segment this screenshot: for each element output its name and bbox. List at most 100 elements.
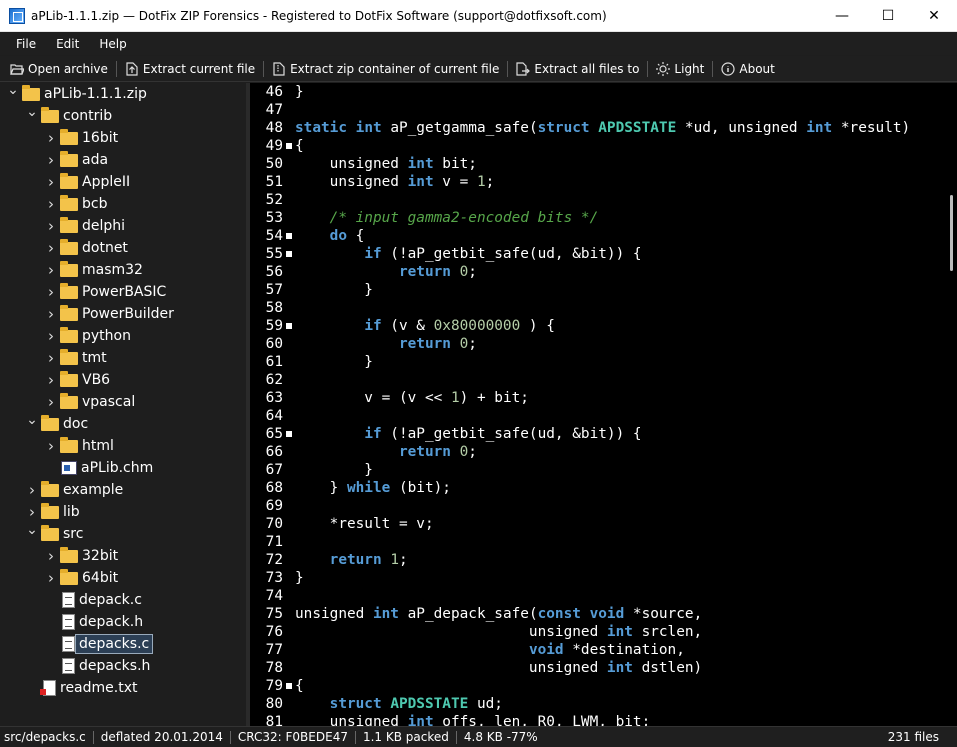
open-archive-button[interactable]: Open archive <box>6 62 112 76</box>
chevron-right-icon[interactable]: › <box>44 129 58 147</box>
tree-item[interactable]: › 16bit <box>44 127 122 149</box>
chevron-right-icon[interactable]: › <box>44 547 58 565</box>
menu-file[interactable]: File <box>6 37 46 51</box>
code-token: } <box>295 84 304 100</box>
close-button[interactable]: ✕ <box>911 0 957 32</box>
tree-item[interactable]: › 64bit <box>44 567 122 589</box>
minimize-button[interactable]: — <box>819 0 865 32</box>
code-token: 1 <box>476 174 486 190</box>
light-theme-button[interactable]: Light <box>652 61 708 76</box>
chevron-right-icon[interactable]: › <box>44 327 58 345</box>
line-number: 52 <box>265 192 283 208</box>
tree-item[interactable]: › tmt <box>44 347 111 369</box>
menu-edit[interactable]: Edit <box>46 37 89 51</box>
tree-item[interactable]: › masm32 <box>44 259 147 281</box>
fold-toggle[interactable] <box>286 251 292 257</box>
chevron-right-icon[interactable]: › <box>44 195 58 213</box>
tree-item[interactable]: › python <box>44 325 135 347</box>
chevron-right-icon[interactable]: › <box>44 173 58 191</box>
tree-item[interactable]: › dotnet <box>44 237 132 259</box>
tree-item[interactable]: › vpascal <box>44 391 139 413</box>
code-text: { <box>294 138 304 154</box>
window-title: aPLib-1.1.1.zip — DotFix ZIP Forensics -… <box>31 8 607 23</box>
tree-item[interactable]: ⌄ doc <box>25 412 92 435</box>
tree-item[interactable]: › PowerBASIC <box>44 281 170 303</box>
code-token: return <box>398 444 451 460</box>
tree-item[interactable]: › AppleII <box>44 171 134 193</box>
line-number: 55 <box>265 246 283 262</box>
code-line: 72 return 1; <box>250 551 957 569</box>
chevron-down-icon[interactable]: ⌄ <box>25 522 39 538</box>
code-token: } <box>295 570 304 586</box>
chevron-right-icon[interactable]: › <box>44 305 58 323</box>
about-button[interactable]: About <box>717 62 778 76</box>
menu-help[interactable]: Help <box>89 37 136 51</box>
tree-item[interactable]: ⌄ contrib <box>25 104 116 127</box>
line-number: 70 <box>265 516 283 532</box>
tree-item[interactable]: › PowerBuilder <box>44 303 178 325</box>
status-packed: 1.1 KB packed <box>362 730 449 744</box>
extract-all-files-label: Extract all files to <box>534 61 640 76</box>
chevron-right-icon[interactable]: › <box>44 569 58 587</box>
tree-item[interactable]: › example <box>25 479 127 501</box>
chevron-right-icon[interactable]: › <box>44 151 58 169</box>
folder-icon <box>41 414 59 431</box>
tree-item[interactable]: › VB6 <box>44 369 114 391</box>
tree-item[interactable]: ⌄ src <box>25 522 87 545</box>
status-separator <box>229 730 231 744</box>
tree-item[interactable]: › 32bit <box>44 545 122 567</box>
tree-item[interactable]: › html <box>44 435 118 457</box>
code-line: 50 unsigned int bit; <box>250 155 957 173</box>
chevron-right-icon[interactable]: › <box>25 503 39 521</box>
fold-toggle[interactable] <box>286 431 292 437</box>
extract-zip-container-button[interactable]: Extract zip container of current file <box>268 62 503 76</box>
tree-item[interactable]: depack.h <box>44 611 147 633</box>
tree-item[interactable]: depack.c <box>44 589 146 611</box>
status-separator <box>92 730 94 744</box>
tree-item[interactable]: › bcb <box>44 193 111 215</box>
code-token: *source, <box>624 606 703 622</box>
fold-toggle[interactable] <box>286 323 292 329</box>
code-text: static int aP_getgamma_safe(struct APDSS… <box>294 120 910 136</box>
chevron-right-icon[interactable]: › <box>25 481 39 499</box>
tree-item[interactable]: ⌄ aPLib-1.1.1.zip <box>6 83 151 105</box>
fold-toggle[interactable] <box>286 683 292 689</box>
chevron-right-icon[interactable]: › <box>44 371 58 389</box>
line-number: 57 <box>265 282 283 298</box>
chevron-right-icon[interactable]: › <box>44 393 58 411</box>
chevron-right-icon[interactable]: › <box>44 283 58 301</box>
code-text: v = (v << 1) + bit; <box>294 390 529 406</box>
code-line: 52 <box>250 191 957 209</box>
fold-toggle[interactable] <box>286 143 292 149</box>
code-token: ; <box>468 336 477 352</box>
chevron-right-icon[interactable]: › <box>44 217 58 235</box>
tree-item[interactable]: depacks.c <box>44 633 154 655</box>
tree-item[interactable]: readme.txt <box>25 677 142 699</box>
chevron-down-icon[interactable]: ⌄ <box>25 104 39 120</box>
code-token: unsigned <box>295 174 408 190</box>
line-number: 49 <box>265 138 283 154</box>
chevron-right-icon[interactable]: › <box>44 349 58 367</box>
chevron-right-icon[interactable]: › <box>44 239 58 257</box>
chevron-down-icon[interactable]: ⌄ <box>6 83 20 98</box>
chevron-down-icon[interactable]: ⌄ <box>25 412 39 428</box>
fold-toggle[interactable] <box>286 233 292 239</box>
tree-item-label: example <box>63 482 124 498</box>
extract-current-file-button[interactable]: Extract current file <box>121 62 259 76</box>
tree-item[interactable]: depacks.h <box>44 655 154 677</box>
code-token: if <box>364 246 382 262</box>
tree-item[interactable]: aPLib.chm <box>44 457 157 479</box>
chevron-right-icon[interactable]: › <box>44 261 58 279</box>
extract-all-files-button[interactable]: Extract all files to <box>512 62 643 76</box>
code-line: 64 <box>250 407 957 425</box>
tree-item-label: vpascal <box>82 394 136 410</box>
line-number: 74 <box>265 588 283 604</box>
maximize-button[interactable]: ☐ <box>865 0 911 32</box>
code-text: unsigned int dstlen) <box>294 660 702 676</box>
tree-item[interactable]: › ada <box>44 149 112 171</box>
tree-item[interactable]: › lib <box>25 501 84 523</box>
tree-item[interactable]: › delphi <box>44 215 129 237</box>
chevron-right-icon[interactable]: › <box>44 437 58 455</box>
